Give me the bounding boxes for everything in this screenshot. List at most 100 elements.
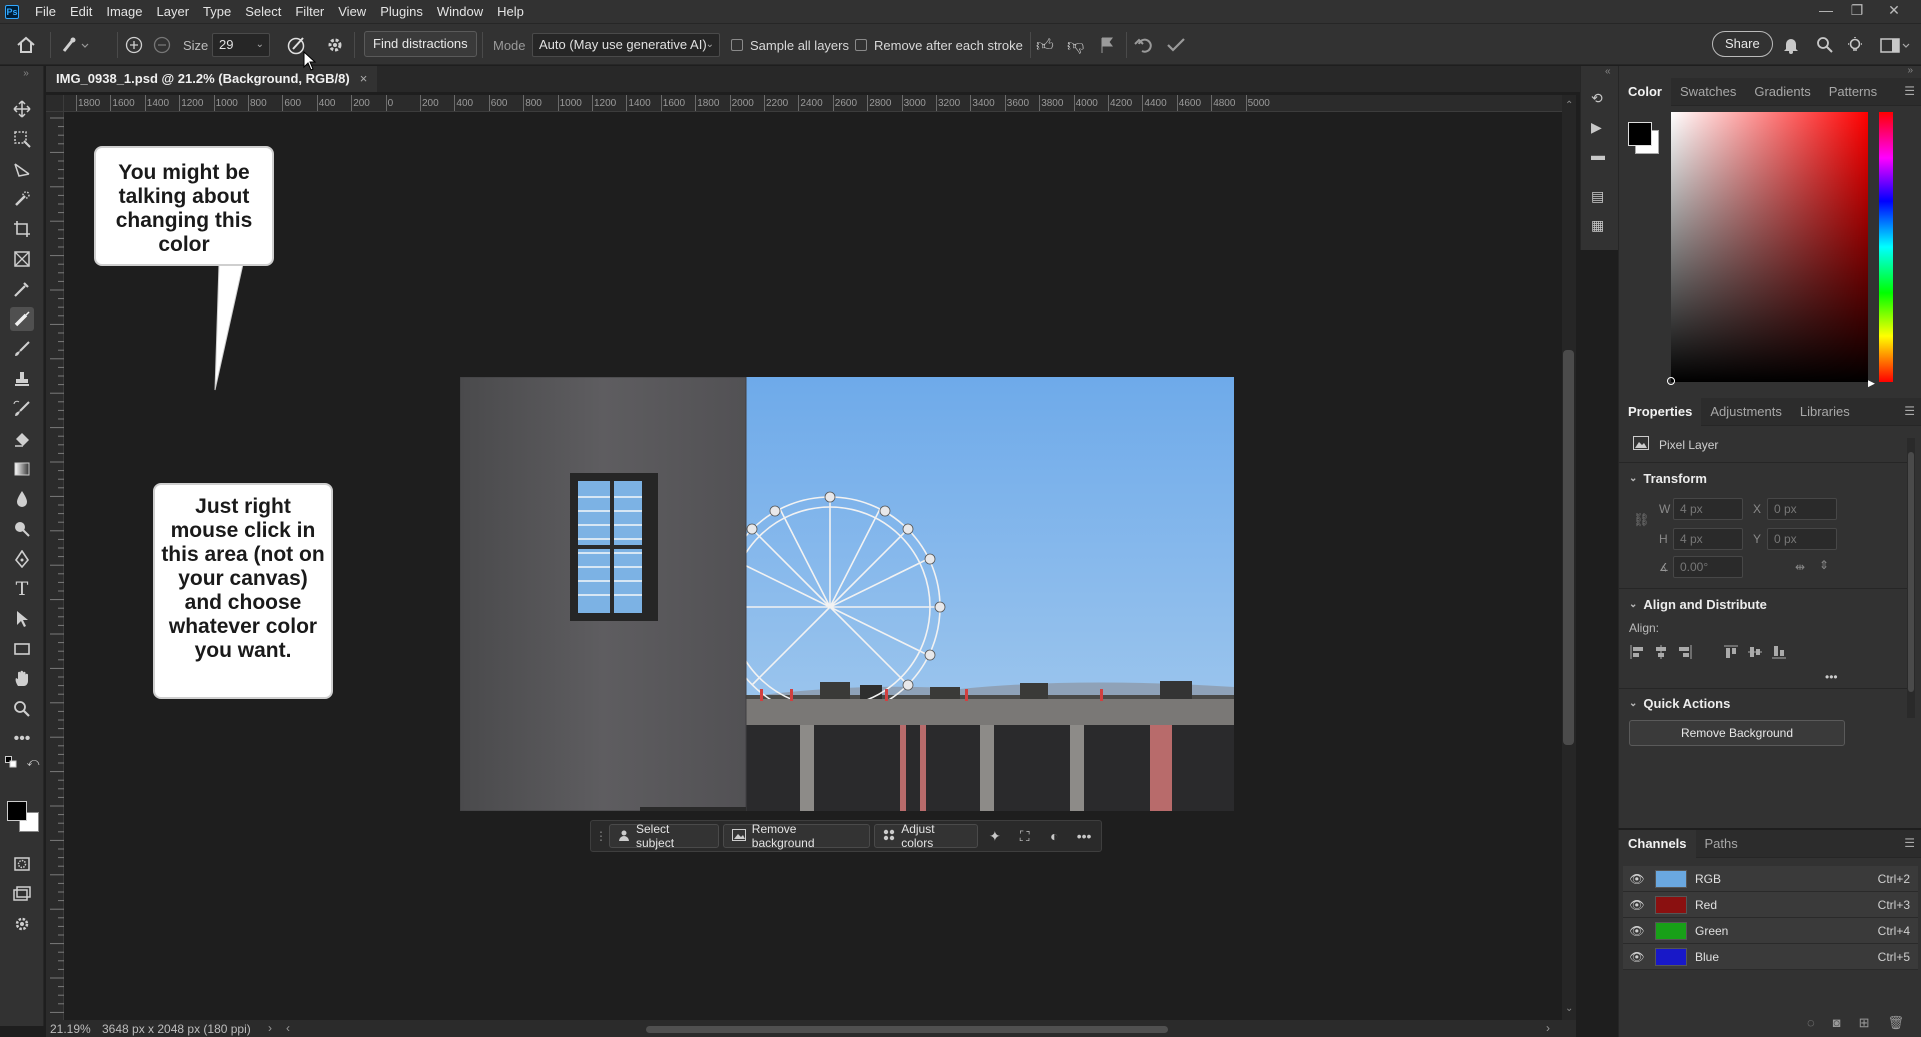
adjust-colors-button[interactable]: Adjust colors — [874, 822, 979, 850]
align-left-icon[interactable] — [1629, 644, 1645, 660]
vertical-ruler[interactable] — [46, 112, 64, 1020]
tab-libraries[interactable]: Libraries — [1791, 398, 1859, 426]
undo-stroke-icon[interactable] — [1134, 33, 1154, 57]
flag-icon[interactable] — [1099, 33, 1115, 57]
width-field[interactable]: 4 px — [1673, 498, 1743, 520]
lasso-tool-icon[interactable] — [10, 157, 34, 181]
align-top-icon[interactable] — [1723, 644, 1739, 660]
remove-after-stroke-checkbox[interactable]: Remove after each stroke — [855, 33, 1023, 57]
x-field[interactable]: 0 px — [1767, 498, 1837, 520]
tab-color[interactable]: Color — [1619, 77, 1671, 106]
load-selection-icon[interactable]: ◌ — [1807, 1015, 1815, 1030]
channel-row-blue[interactable]: 👁︎ Blue Ctrl+5 — [1623, 944, 1918, 970]
menu-filter[interactable]: Filter — [288, 0, 331, 23]
drag-handle-icon[interactable]: ⋮ — [595, 829, 607, 843]
document-tab[interactable]: IMG_0938_1.psd @ 21.2% (Background, RGB/… — [46, 66, 378, 92]
visibility-eye-icon[interactable]: 👁︎ — [1627, 950, 1647, 964]
sparkle-icon[interactable]: ✦ — [982, 828, 1008, 845]
height-field[interactable]: 4 px — [1673, 528, 1743, 550]
zoom-level[interactable]: 21.19% — [50, 1022, 91, 1036]
move-tool-icon[interactable] — [10, 97, 34, 121]
align-middle-icon[interactable] — [1747, 644, 1763, 660]
visibility-eye-icon[interactable]: 👁︎ — [1627, 924, 1647, 938]
properties-scroll-thumb[interactable] — [1908, 452, 1914, 692]
vertical-scroll-thumb[interactable] — [1563, 350, 1574, 745]
crop-tool-icon[interactable] — [10, 217, 34, 241]
layers-panel-icon[interactable]: ▤ — [1591, 188, 1604, 205]
hue-slider[interactable] — [1879, 112, 1893, 382]
bell-icon[interactable] — [1783, 33, 1799, 57]
pen-tool-icon[interactable] — [10, 547, 34, 571]
history-panel-icon[interactable]: ⟲ — [1591, 90, 1603, 107]
find-distractions-button[interactable]: Find distractions — [364, 31, 477, 57]
align-right-icon[interactable] — [1677, 644, 1693, 660]
scroll-right-icon[interactable]: › — [1546, 1021, 1550, 1035]
status-chevron-right-icon[interactable]: › — [268, 1021, 272, 1035]
blur-tool-icon[interactable] — [10, 487, 34, 511]
tab-swatches[interactable]: Swatches — [1671, 78, 1745, 106]
align-section-header[interactable]: ⌄ Align and Distribute — [1629, 597, 1767, 612]
workspace-icon[interactable] — [1880, 33, 1910, 57]
share-button[interactable]: Share — [1712, 31, 1773, 57]
edit-toolbar-icon[interactable] — [10, 912, 34, 936]
remove-background-button[interactable]: Remove background — [722, 822, 871, 850]
comments-panel-icon[interactable]: ▬ — [1591, 147, 1605, 163]
ruler-origin[interactable] — [46, 95, 64, 112]
menu-type[interactable]: Type — [196, 0, 238, 23]
search-icon[interactable] — [1816, 33, 1834, 57]
tab-channels[interactable]: Channels — [1619, 829, 1696, 858]
close-window-button[interactable]: ✕ — [1880, 0, 1908, 23]
collapse-panels-icon[interactable]: » — [1907, 65, 1913, 76]
close-tab-icon[interactable]: × — [360, 66, 368, 92]
object-selection-tool-icon[interactable] — [10, 187, 34, 211]
home-icon[interactable] — [16, 33, 36, 57]
swap-colors-icon[interactable]: ⤺ — [26, 755, 40, 769]
eraser-tool-icon[interactable] — [10, 427, 34, 451]
thumbs-down-icon[interactable]: 👎︎ — [1067, 33, 1084, 57]
panel-menu-icon[interactable]: ☰ — [1904, 836, 1915, 850]
document-canvas[interactable] — [460, 377, 1234, 811]
horizontal-scroll-thumb[interactable] — [646, 1026, 1168, 1033]
menu-window[interactable]: Window — [430, 0, 490, 23]
add-mode-icon[interactable] — [125, 33, 143, 57]
save-selection-icon[interactable]: ◙ — [1833, 1015, 1841, 1030]
remove-tool-icon[interactable] — [10, 307, 34, 331]
path-selection-tool-icon[interactable] — [10, 607, 34, 631]
flip-vertical-icon[interactable]: ⇕ — [1819, 558, 1829, 572]
history-brush-tool-icon[interactable] — [10, 397, 34, 421]
align-bottom-icon[interactable] — [1771, 644, 1787, 660]
gradient-tool-icon[interactable] — [10, 457, 34, 481]
scroll-up-icon[interactable]: ⌃ — [1565, 100, 1573, 111]
brush-tool-icon[interactable] — [10, 337, 34, 361]
properties-scrollbar[interactable] — [1907, 438, 1915, 718]
minimize-button[interactable]: — — [1812, 0, 1840, 23]
horizontal-ruler[interactable]: 1800 1600 1400 1200 1000 800 600 400 200 0 200 400 6… — [64, 95, 1564, 112]
scroll-left-icon[interactable]: ‹ — [286, 1021, 290, 1035]
menu-file[interactable]: File — [28, 0, 63, 23]
zoom-tool-icon[interactable] — [10, 697, 34, 721]
panel-menu-icon[interactable]: ☰ — [1904, 404, 1915, 418]
default-colors-icon[interactable] — [4, 755, 18, 769]
new-channel-icon[interactable]: ⊞ — [1859, 1015, 1870, 1031]
more-align-options-icon[interactable]: ••• — [1825, 670, 1838, 684]
color-picker-handle[interactable] — [1667, 377, 1675, 385]
rectangle-tool-icon[interactable] — [10, 637, 34, 661]
channel-row-rgb[interactable]: 👁︎ RGB Ctrl+2 — [1623, 866, 1918, 892]
panel-menu-icon[interactable]: ☰ — [1904, 84, 1915, 98]
hand-tool-icon[interactable] — [10, 667, 34, 691]
screen-mode-icon[interactable] — [10, 882, 34, 906]
more-options-icon[interactable]: ••• — [1071, 828, 1097, 844]
artboard-tool-icon[interactable] — [10, 127, 34, 151]
subtract-mode-icon[interactable] — [153, 33, 171, 57]
visibility-eye-icon[interactable]: 👁︎ — [1627, 872, 1647, 886]
flip-horizontal-icon[interactable]: ⇹ — [1795, 560, 1805, 574]
adjustment-circle-icon[interactable]: ◐ — [1042, 828, 1068, 844]
thumbs-up-icon[interactable]: 👍︎ — [1036, 33, 1054, 57]
remove-tool-preset-icon[interactable] — [60, 33, 90, 57]
dodge-tool-icon[interactable] — [10, 517, 34, 541]
quick-actions-section-header[interactable]: ⌄ Quick Actions — [1629, 696, 1730, 711]
type-tool-icon[interactable]: T — [10, 577, 34, 601]
menu-view[interactable]: View — [331, 0, 373, 23]
menu-image[interactable]: Image — [99, 0, 149, 23]
lightbulb-icon[interactable] — [1846, 33, 1864, 57]
